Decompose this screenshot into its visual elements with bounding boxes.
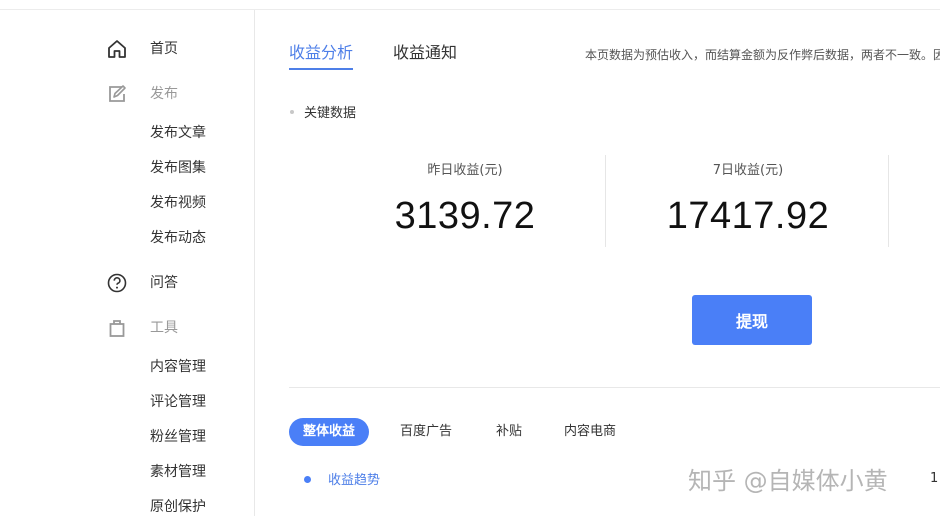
stat-label: 昨日收益(元) (427, 163, 503, 178)
tab-revenue-notice[interactable]: 收益通知 (393, 40, 457, 66)
sidebar-item-fans-manage[interactable]: 粉丝管理 (0, 422, 254, 452)
bag-icon (106, 317, 128, 339)
pill-tab-overall[interactable]: 整体收益 (289, 418, 370, 446)
sidebar-item-publish-gallery[interactable]: 发布图集 (0, 153, 254, 183)
sidebar-item-label: 首页 (150, 41, 178, 57)
sidebar-item-tools[interactable]: 工具 (0, 313, 254, 343)
sidebar-item-publish-article[interactable]: 发布文章 (0, 118, 254, 148)
truncated-number: 1 (930, 471, 939, 486)
sidebar-item-publish[interactable]: 发布 (0, 79, 254, 109)
sidebar-item-label: 发布图集 (150, 160, 206, 176)
sidebar-item-original-protect[interactable]: 原创保护 (0, 492, 254, 516)
watermark-text: 知乎 @自媒体小黄 (688, 467, 888, 495)
sidebar-item-label: 发布动态 (150, 230, 206, 246)
sidebar-item-qa[interactable]: 问答 (0, 268, 254, 298)
sidebar-item-comment-manage[interactable]: 评论管理 (0, 387, 254, 417)
sidebar-item-publish-dynamic[interactable]: 发布动态 (0, 223, 254, 253)
stat-value: 17417.92 (666, 195, 830, 237)
active-tab-indicator (289, 68, 353, 70)
home-icon (106, 38, 128, 60)
sidebar-item-label: 发布文章 (150, 125, 206, 141)
question-icon (106, 272, 128, 294)
stat-7day: 7日收益(元) 17417.92 (608, 155, 888, 247)
sidebar-item-home[interactable]: 首页 (0, 34, 254, 64)
sidebar-item-label: 原创保护 (150, 499, 206, 515)
stat-value: 3139.72 (394, 195, 536, 237)
sidebar-item-label: 发布 (150, 86, 178, 102)
stat-divider (605, 155, 606, 247)
pill-tab-baidu-ads[interactable]: 百度广告 (386, 418, 466, 446)
section-divider (289, 387, 940, 388)
revenue-trend-label: 收益趋势 (304, 469, 380, 488)
sidebar-item-label: 发布视频 (150, 195, 206, 211)
stat-divider (888, 155, 889, 247)
sidebar-item-label: 粉丝管理 (150, 429, 206, 445)
edit-icon (106, 83, 128, 105)
stat-label: 7日收益(元) (712, 163, 784, 178)
sidebar-item-label: 问答 (150, 275, 178, 291)
sidebar-item-label: 内容管理 (150, 359, 206, 375)
pill-tab-subsidy[interactable]: 补贴 (482, 418, 536, 446)
sidebar-item-material-manage[interactable]: 素材管理 (0, 457, 254, 487)
sidebar-item-label: 评论管理 (150, 394, 206, 410)
sidebar-item-publish-video[interactable]: 发布视频 (0, 188, 254, 218)
sidebar: 首页 发布 发布文章 发布图集 发布视频 发布动态 问答 工具 内容管理 评论管… (0, 10, 255, 516)
sidebar-item-content-manage[interactable]: 内容管理 (0, 352, 254, 382)
pill-tab-ecommerce[interactable]: 内容电商 (550, 418, 630, 446)
sidebar-item-label: 素材管理 (150, 464, 206, 480)
sidebar-item-label: 工具 (150, 320, 178, 336)
key-data-title: 关键数据 (290, 102, 356, 121)
data-notice-text: 本页数据为预估收入，而结算金额为反作弊后数据，两者不一致。因 (585, 48, 940, 62)
stat-yesterday: 昨日收益(元) 3139.72 (325, 155, 605, 247)
tab-revenue-analysis[interactable]: 收益分析 (289, 40, 353, 66)
withdraw-button[interactable]: 提现 (692, 295, 812, 345)
